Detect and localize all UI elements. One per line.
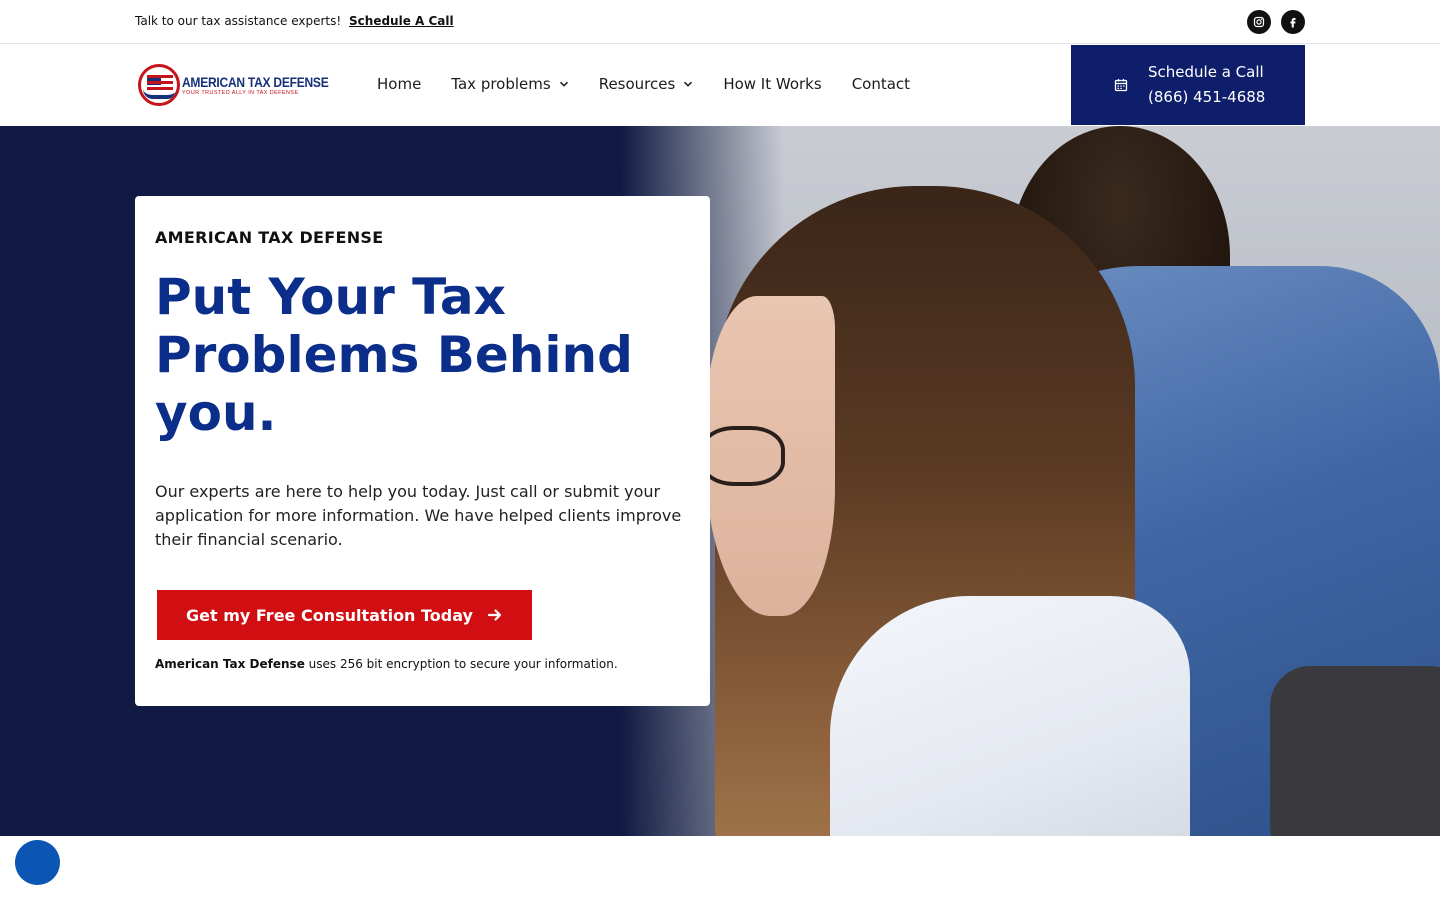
nav-label: Contact xyxy=(851,75,911,93)
site-header: AMERICAN TAX DEFENSE YOUR TRUSTED ALLY I… xyxy=(0,45,1440,126)
hero-headline: Put Your Tax Problems Behind you. xyxy=(155,268,633,442)
nav-how-it-works[interactable]: How It Works xyxy=(723,75,821,93)
encryption-text: uses 256 bit encryption to secure your i… xyxy=(304,657,618,671)
nav-resources[interactable]: Resources xyxy=(599,75,694,93)
topbar-text: Talk to our tax assistance experts! xyxy=(135,14,342,28)
top-bar: Talk to our tax assistance experts! Sche… xyxy=(0,0,1440,44)
logo-emblem-icon xyxy=(138,64,180,106)
encryption-brand: American Tax Defense xyxy=(155,657,305,671)
cta-line-1: Schedule a Call xyxy=(1148,63,1264,81)
chevron-down-icon xyxy=(559,81,568,87)
schedule-call-link[interactable]: Schedule A Call xyxy=(349,14,454,28)
hero-lead-text: Our experts are here to help you today. … xyxy=(155,482,682,549)
chevron-down-icon xyxy=(684,81,693,87)
cta-phone-number: (866) 451-4688 xyxy=(1148,88,1266,106)
calendar-icon xyxy=(1114,79,1128,92)
nav-tax-problems[interactable]: Tax problems xyxy=(451,75,568,93)
nav-label: Resources xyxy=(598,75,676,93)
facebook-icon[interactable] xyxy=(1281,10,1305,34)
instagram-icon[interactable] xyxy=(1247,10,1271,34)
nav-label: How It Works xyxy=(723,75,822,93)
encryption-note: American Tax Defense uses 256 bit encryp… xyxy=(155,657,618,671)
nav-label: Home xyxy=(377,75,422,93)
hero-card: AMERICAN TAX DEFENSE Put Your Tax Proble… xyxy=(135,196,710,706)
topbar-message: Talk to our tax assistance experts! Sche… xyxy=(135,14,454,28)
nav-label: Tax problems xyxy=(451,75,551,93)
chat-widget-button[interactable] xyxy=(15,840,60,885)
free-consultation-button[interactable]: Get my Free Consultation Today xyxy=(157,590,532,640)
logo-title: AMERICAN TAX DEFENSE xyxy=(182,74,329,90)
main-nav: Home Tax problems Resources How It Works… xyxy=(377,75,940,93)
hero-section: AMERICAN TAX DEFENSE Put Your Tax Proble… xyxy=(0,126,1440,836)
button-label: Get my Free Consultation Today xyxy=(186,605,473,625)
header-schedule-call-button[interactable]: Schedule a Call (866) 451-4688 xyxy=(1071,45,1305,125)
arrow-right-icon xyxy=(487,609,502,621)
nav-home[interactable]: Home xyxy=(377,75,421,93)
nav-contact[interactable]: Contact xyxy=(852,75,910,93)
logo[interactable]: AMERICAN TAX DEFENSE YOUR TRUSTED ALLY I… xyxy=(138,62,329,108)
logo-subtitle: YOUR TRUSTED ALLY IN TAX DEFENSE xyxy=(182,90,299,96)
hero-eyebrow: AMERICAN TAX DEFENSE xyxy=(155,228,384,247)
